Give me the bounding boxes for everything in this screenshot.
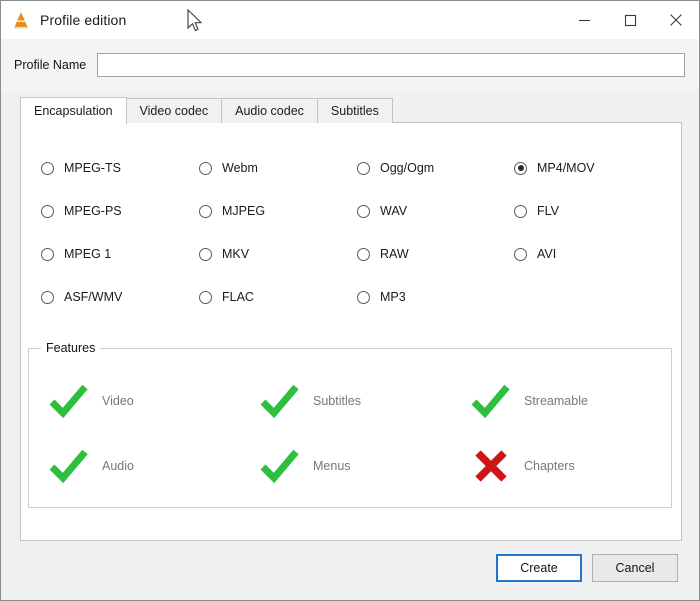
minimize-button[interactable] bbox=[561, 1, 607, 39]
feature-label: Menus bbox=[313, 459, 351, 473]
radio-label: FLV bbox=[537, 204, 559, 218]
feature-chapters: Chapters bbox=[469, 446, 575, 486]
radio-indicator bbox=[199, 248, 212, 261]
dialog-button-row: Create Cancel bbox=[496, 554, 678, 582]
tab-subtitles-label: Subtitles bbox=[331, 104, 379, 118]
radio-label: RAW bbox=[380, 247, 409, 261]
radio-wav[interactable]: WAV bbox=[357, 202, 407, 220]
radio-mpeg-1[interactable]: MPEG 1 bbox=[41, 245, 111, 263]
radio-label: MPEG-TS bbox=[64, 161, 121, 175]
cancel-button-label: Cancel bbox=[616, 561, 655, 575]
create-button-label: Create bbox=[520, 561, 558, 575]
check-icon bbox=[47, 446, 91, 486]
radio-webm[interactable]: Webm bbox=[199, 159, 258, 177]
title-bar: Profile edition bbox=[1, 1, 699, 39]
radio-indicator-selected bbox=[514, 162, 527, 175]
tab-video-codec-label: Video codec bbox=[140, 104, 209, 118]
radio-indicator bbox=[41, 248, 54, 261]
check-icon bbox=[47, 381, 91, 421]
radio-flac[interactable]: FLAC bbox=[199, 288, 254, 306]
radio-indicator bbox=[357, 291, 370, 304]
feature-label: Audio bbox=[102, 459, 134, 473]
radio-label: ASF/WMV bbox=[64, 290, 122, 304]
radio-label: FLAC bbox=[222, 290, 254, 304]
close-icon bbox=[669, 13, 683, 27]
features-legend: Features bbox=[41, 341, 100, 355]
cross-icon bbox=[469, 446, 513, 486]
check-icon bbox=[258, 446, 302, 486]
profile-name-label: Profile Name bbox=[14, 58, 86, 72]
radio-mp4-mov[interactable]: MP4/MOV bbox=[514, 159, 595, 177]
radio-indicator bbox=[41, 162, 54, 175]
radio-mpeg-ts[interactable]: MPEG-TS bbox=[41, 159, 121, 177]
radio-mjpeg[interactable]: MJPEG bbox=[199, 202, 265, 220]
feature-label: Chapters bbox=[524, 459, 575, 473]
profile-name-row: Profile Name bbox=[1, 39, 699, 91]
minimize-icon bbox=[578, 14, 591, 27]
radio-label: Webm bbox=[222, 161, 258, 175]
radio-indicator bbox=[41, 291, 54, 304]
radio-raw[interactable]: RAW bbox=[357, 245, 409, 263]
radio-label: MPEG-PS bbox=[64, 204, 122, 218]
radio-label: AVI bbox=[537, 247, 556, 261]
window-controls bbox=[561, 1, 699, 39]
feature-label: Video bbox=[102, 394, 134, 408]
create-button[interactable]: Create bbox=[496, 554, 582, 582]
feature-video: Video bbox=[47, 381, 134, 421]
feature-label: Subtitles bbox=[313, 394, 361, 408]
maximize-icon bbox=[624, 14, 637, 27]
cancel-button[interactable]: Cancel bbox=[592, 554, 678, 582]
tab-encapsulation-label: Encapsulation bbox=[34, 104, 113, 118]
vlc-cone-icon bbox=[10, 9, 32, 31]
tab-encapsulation[interactable]: Encapsulation bbox=[20, 97, 127, 124]
radio-indicator bbox=[199, 162, 212, 175]
tab-audio-codec-label: Audio codec bbox=[235, 104, 304, 118]
radio-flv[interactable]: FLV bbox=[514, 202, 559, 220]
radio-label: MP3 bbox=[380, 290, 406, 304]
window-title: Profile edition bbox=[40, 12, 126, 28]
tab-video-codec[interactable]: Video codec bbox=[126, 98, 223, 123]
feature-streamable: Streamable bbox=[469, 381, 588, 421]
check-icon bbox=[258, 381, 302, 421]
radio-indicator bbox=[199, 205, 212, 218]
check-icon bbox=[469, 381, 513, 421]
feature-subtitles: Subtitles bbox=[258, 381, 361, 421]
radio-indicator bbox=[357, 205, 370, 218]
radio-indicator bbox=[357, 248, 370, 261]
radio-indicator bbox=[357, 162, 370, 175]
tab-audio-codec[interactable]: Audio codec bbox=[221, 98, 318, 123]
tab-strip: Encapsulation Video codec Audio codec Su… bbox=[20, 97, 392, 123]
radio-label: WAV bbox=[380, 204, 407, 218]
feature-menus: Menus bbox=[258, 446, 351, 486]
close-button[interactable] bbox=[653, 1, 699, 39]
feature-audio: Audio bbox=[47, 446, 134, 486]
profile-name-input[interactable] bbox=[97, 53, 685, 77]
radio-label: MP4/MOV bbox=[537, 161, 595, 175]
radio-asf-wmv[interactable]: ASF/WMV bbox=[41, 288, 122, 306]
radio-label: MKV bbox=[222, 247, 249, 261]
radio-ogg-ogm[interactable]: Ogg/Ogm bbox=[357, 159, 434, 177]
radio-label: MJPEG bbox=[222, 204, 265, 218]
radio-label: MPEG 1 bbox=[64, 247, 111, 261]
features-group: Features Video Subtitles bbox=[28, 348, 672, 508]
feature-label: Streamable bbox=[524, 394, 588, 408]
radio-label: Ogg/Ogm bbox=[380, 161, 434, 175]
encapsulation-panel: MPEG-TS MPEG-PS MPEG 1 ASF/WMV Webm M bbox=[20, 122, 682, 541]
radio-indicator bbox=[199, 291, 212, 304]
profile-edition-dialog: Profile edition Profile Name bbox=[0, 0, 700, 601]
radio-mpeg-ps[interactable]: MPEG-PS bbox=[41, 202, 122, 220]
radio-indicator bbox=[41, 205, 54, 218]
radio-indicator bbox=[514, 248, 527, 261]
radio-indicator bbox=[514, 205, 527, 218]
radio-avi[interactable]: AVI bbox=[514, 245, 556, 263]
radio-mp3[interactable]: MP3 bbox=[357, 288, 406, 306]
radio-mkv[interactable]: MKV bbox=[199, 245, 249, 263]
maximize-button[interactable] bbox=[607, 1, 653, 39]
tab-subtitles[interactable]: Subtitles bbox=[317, 98, 393, 123]
